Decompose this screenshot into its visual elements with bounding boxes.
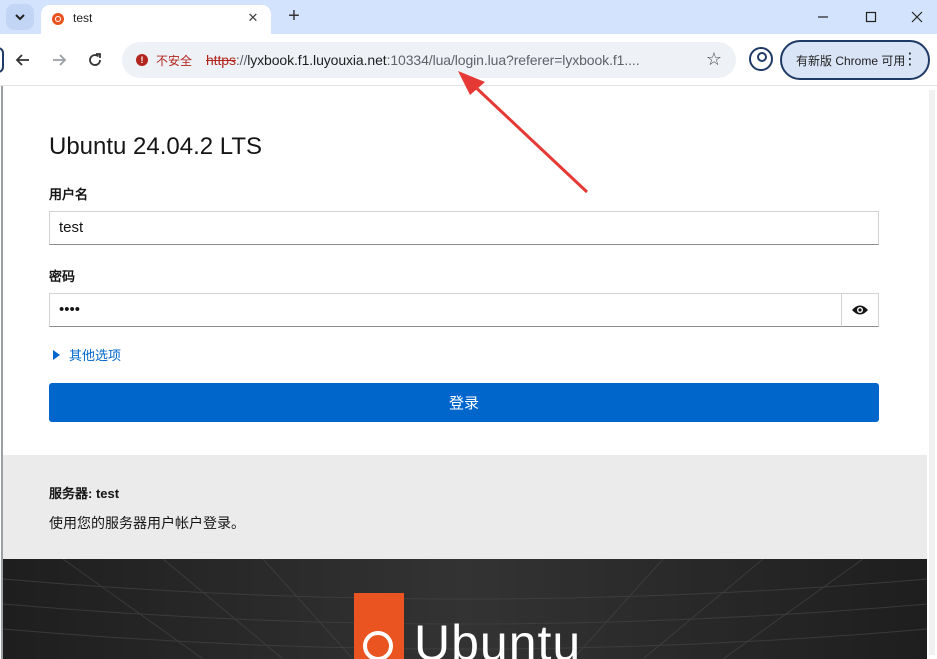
close-window-button[interactable] bbox=[894, 0, 937, 34]
update-label: 有新版 Chrome 可用 bbox=[796, 53, 906, 68]
browser-toolbar: ! 不安全 https://lyxbook.f1.luyouxia.net:10… bbox=[0, 34, 937, 86]
close-tab-icon[interactable]: ✕ bbox=[243, 8, 263, 28]
eye-icon bbox=[852, 305, 868, 315]
url-scheme: https bbox=[206, 52, 236, 68]
login-button[interactable]: 登录 bbox=[49, 383, 879, 422]
server-label: 服务器: test bbox=[49, 486, 120, 501]
minimize-icon bbox=[818, 16, 828, 18]
brand-footer: Ubuntu bbox=[3, 559, 927, 659]
maximize-icon bbox=[865, 11, 877, 23]
ubuntu-favicon-icon bbox=[52, 13, 64, 25]
server-info-panel: 服务器: test 使用您的服务器用户帐户登录。 bbox=[3, 455, 927, 559]
page-viewport: Ubuntu 24.04.2 LTS 用户名 test 密码 •••• 其他选项… bbox=[0, 86, 937, 659]
caret-right-icon bbox=[53, 349, 60, 360]
password-input[interactable]: •••• bbox=[49, 293, 842, 327]
profile-avatar-icon[interactable] bbox=[749, 47, 773, 71]
new-tab-button[interactable]: + bbox=[282, 4, 306, 28]
security-chip[interactable]: ! 不安全 bbox=[130, 48, 200, 72]
not-secure-icon: ! bbox=[136, 54, 148, 66]
forward-arrow-icon bbox=[53, 54, 67, 66]
username-label: 用户名 bbox=[49, 187, 89, 202]
username-input[interactable]: test bbox=[49, 211, 879, 245]
ubuntu-wordmark: Ubuntu bbox=[414, 615, 582, 659]
back-button[interactable] bbox=[10, 47, 36, 73]
show-password-button[interactable] bbox=[841, 293, 879, 327]
forward-button[interactable] bbox=[46, 47, 72, 73]
chevron-down-icon bbox=[15, 14, 25, 21]
chrome-update-button[interactable]: 有新版 Chrome 可用 ⋮ bbox=[780, 40, 930, 80]
url-host: lyxbook.f1.luyouxia.net bbox=[247, 52, 387, 68]
browser-tab[interactable]: test ✕ bbox=[41, 5, 271, 34]
login-page: Ubuntu 24.04.2 LTS 用户名 test 密码 •••• 其他选项… bbox=[3, 86, 927, 659]
scrollbar[interactable] bbox=[929, 90, 935, 655]
minimize-button[interactable] bbox=[800, 0, 846, 34]
login-hint: 使用您的服务器用户帐户登录。 bbox=[49, 515, 245, 531]
back-arrow-icon bbox=[15, 54, 29, 66]
more-options-label: 其他选项 bbox=[69, 348, 122, 363]
side-panel-edge bbox=[0, 47, 4, 73]
bookmark-star-icon[interactable]: ☆ bbox=[706, 49, 722, 70]
login-card: Ubuntu 24.04.2 LTS 用户名 test 密码 •••• 其他选项… bbox=[3, 86, 927, 455]
tab-strip: test ✕ + bbox=[0, 0, 937, 34]
password-label: 密码 bbox=[49, 269, 76, 284]
url-separator: :// bbox=[235, 52, 248, 68]
reload-icon bbox=[89, 53, 101, 66]
address-bar[interactable]: ! 不安全 https://lyxbook.f1.luyouxia.net:10… bbox=[122, 42, 736, 78]
url-text[interactable]: https://lyxbook.f1.luyouxia.net:10334/lu… bbox=[206, 52, 640, 68]
reload-button[interactable] bbox=[82, 47, 108, 73]
tab-search-button[interactable] bbox=[6, 4, 34, 30]
tab-title: test bbox=[73, 11, 93, 25]
ubuntu-circle-icon bbox=[363, 631, 393, 659]
url-path: :10334/lua/login.lua?referer=lyxbook.f1.… bbox=[386, 52, 640, 68]
more-menu-icon[interactable]: ⋮ bbox=[902, 51, 918, 69]
more-options-toggle[interactable]: 其他选项 bbox=[53, 345, 121, 364]
security-label: 不安全 bbox=[156, 53, 193, 68]
maximize-button[interactable] bbox=[848, 0, 894, 34]
close-icon bbox=[911, 11, 923, 23]
page-title: Ubuntu 24.04.2 LTS bbox=[49, 133, 263, 160]
